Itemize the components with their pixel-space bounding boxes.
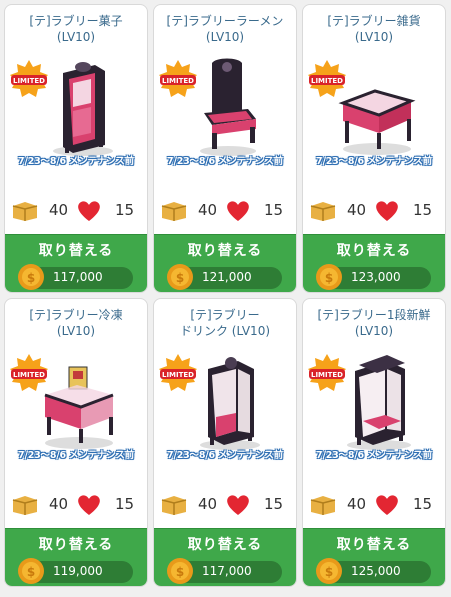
maintenance-note: 7/23～8/6 メンテナンス前 [167, 450, 283, 461]
heart-icon [373, 199, 401, 223]
exchange-label: 取り替える [38, 537, 114, 553]
box-icon [309, 200, 337, 222]
item-stats: 40 15 [154, 493, 296, 517]
exchange-button[interactable]: 取り替える $ 121,000 [154, 234, 296, 292]
box-count: 40 [49, 495, 69, 513]
fresh-case-icon [331, 347, 423, 453]
item-title: [テ]ラブリー1段新鮮 (LV10) [317, 308, 431, 338]
price-pill: $ 117,000 [18, 264, 133, 290]
heart-icon [224, 493, 252, 517]
box-icon [11, 200, 39, 222]
price-pill: $ 123,000 [316, 264, 431, 290]
exchange-label: 取り替える [187, 243, 263, 259]
price-pill: $ 121,000 [167, 264, 282, 290]
drink-case-icon [182, 347, 274, 453]
box-icon [309, 494, 337, 516]
heart-count: 15 [264, 495, 284, 513]
svg-text:$: $ [325, 565, 333, 579]
price-pill: $ 119,000 [18, 558, 133, 584]
item-grid: [テ]ラブリー菓子 (LV10) LIMITED 7/23～8/6 メンテナンス… [4, 4, 446, 587]
maintenance-note: 7/23～8/6 メンテナンス前 [18, 156, 134, 167]
price: 117,000 [202, 564, 252, 578]
exchange-label: 取り替える [336, 243, 412, 259]
display-table-icon [331, 53, 423, 159]
heart-icon [224, 199, 252, 223]
exchange-button[interactable]: 取り替える $ 125,000 [303, 528, 445, 586]
chair-icon [182, 53, 274, 159]
box-count: 40 [347, 495, 367, 513]
price: 119,000 [53, 564, 103, 578]
coin-icon: $ [17, 557, 45, 585]
exchange-label: 取り替える [336, 537, 412, 553]
heart-count: 15 [115, 495, 135, 513]
exchange-button[interactable]: 取り替える $ 119,000 [5, 528, 147, 586]
svg-text:$: $ [27, 565, 35, 579]
price: 125,000 [351, 564, 401, 578]
item-card[interactable]: [テ]ラブリー菓子 (LV10) LIMITED 7/23～8/6 メンテナンス… [4, 4, 148, 293]
box-count: 40 [49, 201, 69, 219]
heart-icon [75, 199, 103, 223]
item-stats: 40 15 [154, 199, 296, 223]
item-card[interactable]: [テ]ラブリー1段新鮮 (LV10) LIMITED 7/23～8/6 メンテナ… [302, 298, 446, 587]
maintenance-note: 7/23～8/6 メンテナンス前 [316, 450, 432, 461]
box-count: 40 [198, 495, 218, 513]
price-pill: $ 125,000 [316, 558, 431, 584]
maintenance-note: 7/23～8/6 メンテナンス前 [167, 156, 283, 167]
coin-icon: $ [315, 263, 343, 291]
item-title: [テ]ラブリーラーメン (LV10) [166, 14, 284, 44]
exchange-label: 取り替える [187, 537, 263, 553]
maintenance-note: 7/23～8/6 メンテナンス前 [18, 450, 134, 461]
item-stats: 40 15 [5, 199, 147, 223]
svg-text:$: $ [27, 271, 35, 285]
price: 117,000 [53, 270, 103, 284]
item-title: [テ]ラブリー ドリンク (LV10) [179, 308, 271, 338]
box-count: 40 [198, 201, 218, 219]
svg-text:$: $ [325, 271, 333, 285]
item-title: [テ]ラブリー冷凍 (LV10) [29, 308, 123, 338]
item-title: [テ]ラブリー雑貨 (LV10) [327, 14, 421, 44]
heart-count: 15 [115, 201, 135, 219]
exchange-button[interactable]: 取り替える $ 117,000 [154, 528, 296, 586]
box-icon [160, 200, 188, 222]
price: 121,000 [202, 270, 252, 284]
item-stats: 40 15 [303, 493, 445, 517]
item-card[interactable]: [テ]ラブリーラーメン (LV10) LIMITED 7/23～8/6 メンテナ… [153, 4, 297, 293]
exchange-label: 取り替える [38, 243, 114, 259]
exchange-button[interactable]: 取り替える $ 123,000 [303, 234, 445, 292]
heart-icon [75, 493, 103, 517]
exchange-button[interactable]: 取り替える $ 117,000 [5, 234, 147, 292]
box-count: 40 [347, 201, 367, 219]
item-card[interactable]: [テ]ラブリー雑貨 (LV10) LIMITED 7/23～8/6 メンテナンス… [302, 4, 446, 293]
cabinet-icon [33, 53, 125, 159]
price: 123,000 [351, 270, 401, 284]
box-icon [11, 494, 39, 516]
coin-icon: $ [315, 557, 343, 585]
item-stats: 40 15 [303, 199, 445, 223]
coin-icon: $ [166, 557, 194, 585]
coin-icon: $ [17, 263, 45, 291]
item-card[interactable]: [テ]ラブリー冷凍 (LV10) LIMITED 7/23～8/6 メンテナンス… [4, 298, 148, 587]
svg-text:$: $ [176, 565, 184, 579]
item-stats: 40 15 [5, 493, 147, 517]
svg-text:$: $ [176, 271, 184, 285]
item-title: [テ]ラブリー菓子 (LV10) [29, 14, 123, 44]
box-icon [160, 494, 188, 516]
heart-count: 15 [264, 201, 284, 219]
maintenance-note: 7/23～8/6 メンテナンス前 [316, 156, 432, 167]
coin-icon: $ [166, 263, 194, 291]
heart-count: 15 [413, 201, 433, 219]
item-card[interactable]: [テ]ラブリー ドリンク (LV10) LIMITED 7/23～8/6 メンテ… [153, 298, 297, 587]
freezer-icon [33, 347, 125, 453]
heart-icon [373, 493, 401, 517]
price-pill: $ 117,000 [167, 558, 282, 584]
heart-count: 15 [413, 495, 433, 513]
